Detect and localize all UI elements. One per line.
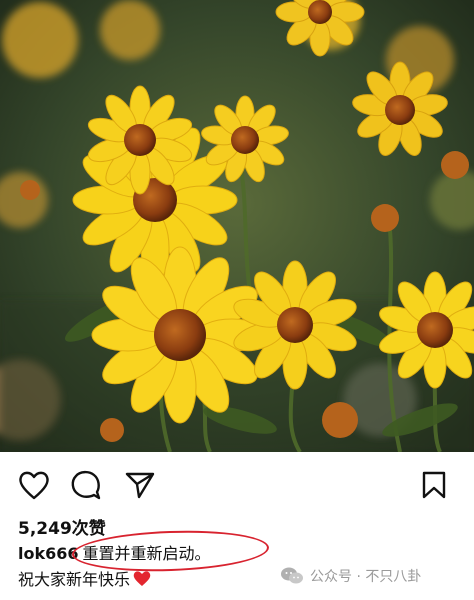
watermark: 公众号 · 不只八卦 [280, 566, 421, 586]
paper-plane-icon[interactable] [124, 470, 156, 500]
watermark-text: 公众号 · 不只八卦 [310, 569, 422, 585]
wechat-logo-icon [281, 567, 303, 584]
post-photo[interactable] [0, 0, 474, 452]
action-bar [0, 458, 474, 510]
new-year-greeting: 祝大家新年快乐 [18, 570, 131, 589]
caption-second-line: 祝大家新年快乐 [18, 566, 152, 590]
username-link[interactable]: lok666 [18, 544, 79, 563]
red-heart-emoji [133, 571, 151, 586]
speech-bubble-icon[interactable] [70, 470, 102, 500]
likes-count[interactable]: 5,249次赞 [18, 514, 106, 539]
heart-outline-icon[interactable] [18, 470, 50, 500]
bookmark-icon[interactable] [420, 470, 448, 500]
